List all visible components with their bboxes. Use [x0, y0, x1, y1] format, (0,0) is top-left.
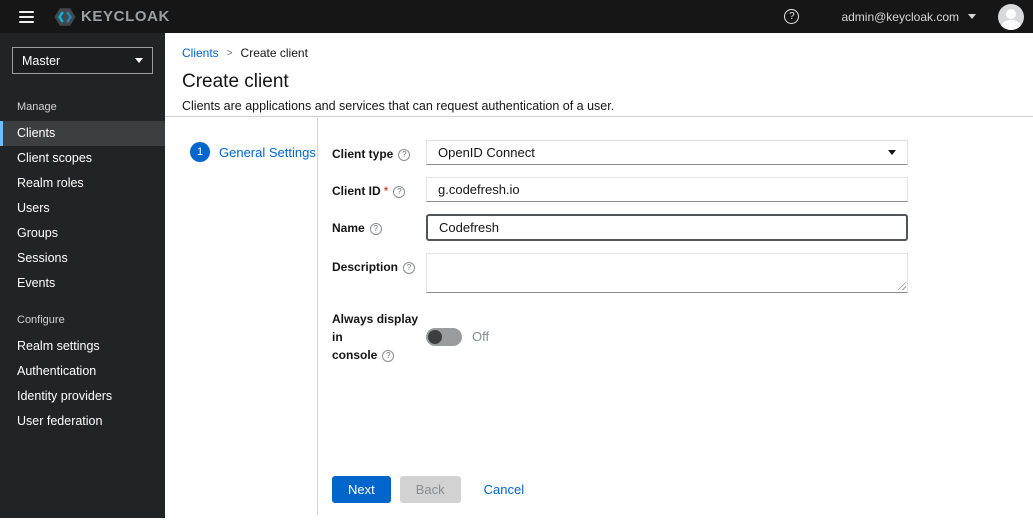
always-display-toggle[interactable]	[426, 327, 462, 346]
page-header: Clients > Create client Create client Cl…	[165, 33, 1033, 117]
toggle-state-label: Off	[472, 329, 490, 344]
help-icon[interactable]: ?	[382, 350, 395, 362]
realm-selector-value: Master	[22, 53, 61, 68]
page-title: Create client	[182, 71, 289, 92]
name-row: Name?	[332, 214, 1033, 241]
wizard-actions: Next Back Cancel	[332, 476, 528, 503]
back-button[interactable]: Back	[399, 476, 461, 503]
help-icon[interactable]: ?	[398, 149, 411, 161]
create-client-wizard: 1 General Settings Client type? OpenID C…	[165, 118, 1033, 515]
breadcrumb-link-clients[interactable]: Clients	[182, 46, 219, 60]
topbar-right-group: ? admin@keycloak.com	[784, 3, 1033, 30]
step-label: General Settings	[219, 144, 316, 160]
sidebar-item-user-federation[interactable]: User federation	[0, 409, 165, 434]
next-button[interactable]: Next	[332, 476, 391, 503]
sidebar-item-sessions[interactable]: Sessions	[0, 246, 165, 271]
breadcrumb-current: Create client	[240, 46, 308, 60]
help-icon[interactable]: ?	[784, 9, 800, 24]
sidebar-item-authentication[interactable]: Authentication	[0, 359, 165, 384]
sidebar-item-events[interactable]: Events	[0, 271, 165, 296]
sidebar-item-client-scopes[interactable]: Client scopes	[0, 146, 165, 171]
sidebar-item-realm-roles[interactable]: Realm roles	[0, 171, 165, 196]
cancel-button[interactable]: Cancel	[480, 476, 528, 503]
chevron-down-icon	[135, 58, 143, 63]
always-display-row: Always display in console? Off	[332, 305, 1033, 364]
wizard-step-general-settings[interactable]: 1 General Settings	[190, 142, 317, 162]
avatar-person-icon	[1006, 8, 1016, 19]
name-label: Name?	[332, 214, 426, 241]
sidebar: Master Manage Clients Client scopes Real…	[0, 33, 165, 518]
client-id-label: Client ID *?	[332, 177, 426, 202]
hamburger-menu-icon[interactable]	[19, 10, 34, 23]
name-input[interactable]	[426, 214, 908, 241]
sidebar-item-clients[interactable]: Clients	[0, 121, 165, 146]
nav-section-configure: Configure	[17, 314, 65, 326]
realm-selector[interactable]: Master	[12, 47, 153, 74]
nav-section-manage: Manage	[17, 101, 57, 113]
keycloak-hexagon-icon	[54, 7, 76, 26]
client-id-row: Client ID *?	[332, 177, 1033, 202]
client-type-selected-value: OpenID Connect	[438, 145, 535, 160]
description-label: Description?	[332, 253, 426, 293]
toggle-knob	[428, 329, 442, 344]
user-email: admin@keycloak.com	[841, 9, 959, 24]
always-display-label: Always display in console?	[332, 312, 419, 362]
brand-name: KEYCLOAK	[81, 8, 170, 25]
breadcrumb-separator-icon: >	[226, 47, 233, 59]
page-subtitle: Clients are applications and services th…	[182, 99, 615, 113]
client-type-select[interactable]: OpenID Connect	[426, 140, 908, 165]
required-marker: *	[383, 184, 389, 198]
chevron-down-icon	[888, 150, 896, 155]
top-bar: KEYCLOAK ? admin@keycloak.com	[0, 0, 1033, 33]
help-icon[interactable]: ?	[403, 262, 416, 274]
general-settings-form: Client type? OpenID Connect Client ID *? …	[318, 118, 1033, 515]
description-row: Description?	[332, 253, 1033, 293]
description-textarea[interactable]	[426, 253, 908, 293]
user-menu[interactable]: admin@keycloak.com	[841, 10, 976, 24]
client-type-label: Client type?	[332, 140, 426, 165]
help-icon[interactable]: ?	[369, 223, 382, 235]
sidebar-item-users[interactable]: Users	[0, 196, 165, 221]
breadcrumb: Clients > Create client	[182, 46, 1033, 60]
keycloak-logo[interactable]: KEYCLOAK	[54, 6, 170, 28]
sidebar-item-realm-settings[interactable]: Realm settings	[0, 334, 165, 359]
step-number-badge: 1	[190, 142, 210, 162]
client-type-row: Client type? OpenID Connect	[332, 140, 1033, 165]
wizard-steps-nav: 1 General Settings	[165, 118, 318, 515]
client-id-input[interactable]	[426, 177, 908, 202]
help-icon[interactable]: ?	[393, 186, 406, 198]
avatar[interactable]	[998, 3, 1024, 30]
chevron-down-icon	[968, 14, 976, 19]
sidebar-item-identity-providers[interactable]: Identity providers	[0, 384, 165, 409]
sidebar-item-groups[interactable]: Groups	[0, 221, 165, 246]
